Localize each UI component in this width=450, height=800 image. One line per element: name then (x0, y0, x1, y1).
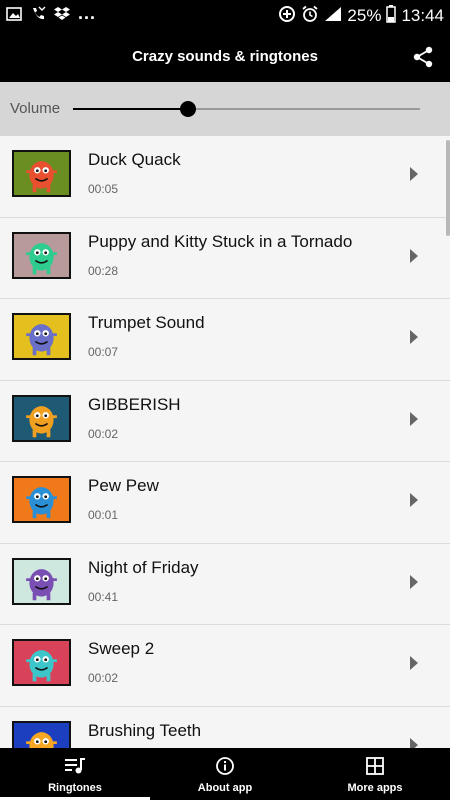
nav-about-app-label: About app (197, 782, 253, 794)
sound-duration: 00:41 (88, 589, 119, 604)
sound-title: Sweep 2 (88, 639, 155, 658)
status-more-dots: ... (78, 2, 97, 23)
play-arrow-icon[interactable] (410, 248, 418, 263)
alarm-icon (301, 5, 319, 28)
sound-title: Trumpet Sound (88, 313, 205, 332)
sound-row[interactable]: Trumpet Sound 00:07 (0, 299, 450, 381)
monster-thumbnail (12, 394, 71, 442)
monster-thumbnail (12, 720, 71, 748)
share-icon (410, 46, 436, 74)
sound-row[interactable]: Brushing Teeth (0, 707, 450, 748)
play-arrow-icon[interactable] (410, 411, 418, 426)
share-button[interactable] (410, 44, 436, 70)
sound-title: GIBBERISH (88, 394, 181, 414)
app-bar: Crazy sounds & ringtones (0, 32, 450, 82)
data-saver-icon (278, 5, 296, 28)
missed-call-icon (30, 6, 46, 27)
monster-thumbnail (12, 639, 71, 686)
monster-thumbnail (12, 557, 71, 605)
sound-duration: 00:05 (88, 182, 119, 196)
volume-slider-thumb[interactable] (179, 101, 196, 117)
app-title: Crazy sounds & ringtones (132, 48, 318, 65)
monster-thumbnail (12, 150, 71, 197)
sound-title: Puppy and Kitty Stuck in a Tornado (88, 231, 353, 251)
image-icon (6, 6, 22, 26)
nav-more-apps[interactable]: More apps (300, 748, 450, 800)
grid-icon (363, 756, 387, 776)
battery-text: 25% (347, 6, 382, 25)
status-left: ... (6, 2, 97, 27)
sound-row[interactable]: Sweep 2 00:02 (0, 625, 450, 707)
nav-ringtones[interactable]: Ringtones (0, 748, 150, 800)
monster-thumbnail (12, 313, 71, 360)
sound-row[interactable]: Puppy and Kitty Stuck in a Tornado 00:28 (0, 218, 450, 299)
nav-ringtones-label: Ringtones (48, 782, 102, 794)
clock: 13:44 (401, 6, 444, 25)
music-list-icon (63, 756, 87, 776)
monster-thumbnail (12, 476, 71, 523)
sound-duration: 00:02 (88, 426, 119, 441)
volume-bar: Volume (0, 82, 450, 136)
play-arrow-icon[interactable] (410, 574, 418, 589)
sound-duration: 00:02 (88, 671, 119, 685)
sound-title: Night of Friday (88, 557, 199, 577)
play-arrow-icon[interactable] (410, 167, 418, 181)
sound-row[interactable]: Duck Quack 00:05 (0, 136, 450, 218)
signal-icon (324, 6, 342, 27)
play-arrow-icon[interactable] (410, 737, 418, 748)
sound-list[interactable]: Duck Quack 00:05 Puppy and Kitty Stuck in … (0, 136, 450, 748)
battery-icon (386, 4, 397, 28)
volume-slider-fill (73, 108, 188, 110)
volume-label: Volume (10, 100, 61, 117)
sound-title: Pew Pew (88, 476, 159, 495)
sound-row[interactable]: GIBBERISH 00:02 (0, 381, 450, 462)
sound-duration: 00:28 (88, 263, 119, 278)
bottom-nav: Ringtones About app More apps (0, 748, 450, 800)
play-arrow-icon[interactable] (410, 656, 418, 670)
dropbox-icon (54, 6, 70, 26)
sound-row[interactable]: Night of Friday 00:41 (0, 544, 450, 625)
status-bar: ... 25% 13:44 (0, 0, 450, 32)
volume-slider[interactable] (73, 101, 420, 117)
sound-duration: 00:01 (88, 508, 119, 522)
status-right: 25% 13:44 (278, 4, 444, 28)
nav-more-apps-label: More apps (347, 782, 403, 794)
sound-title: Duck Quack (88, 150, 181, 169)
sound-duration: 00:07 (88, 345, 119, 359)
scrollbar-thumb[interactable] (446, 140, 450, 236)
sound-row[interactable]: Pew Pew 00:01 (0, 462, 450, 544)
info-icon (213, 756, 237, 776)
monster-thumbnail (12, 231, 71, 279)
sound-title: Brushing Teeth (88, 720, 202, 740)
play-arrow-icon[interactable] (410, 330, 418, 344)
play-arrow-icon[interactable] (410, 493, 418, 507)
nav-about-app[interactable]: About app (150, 748, 300, 800)
